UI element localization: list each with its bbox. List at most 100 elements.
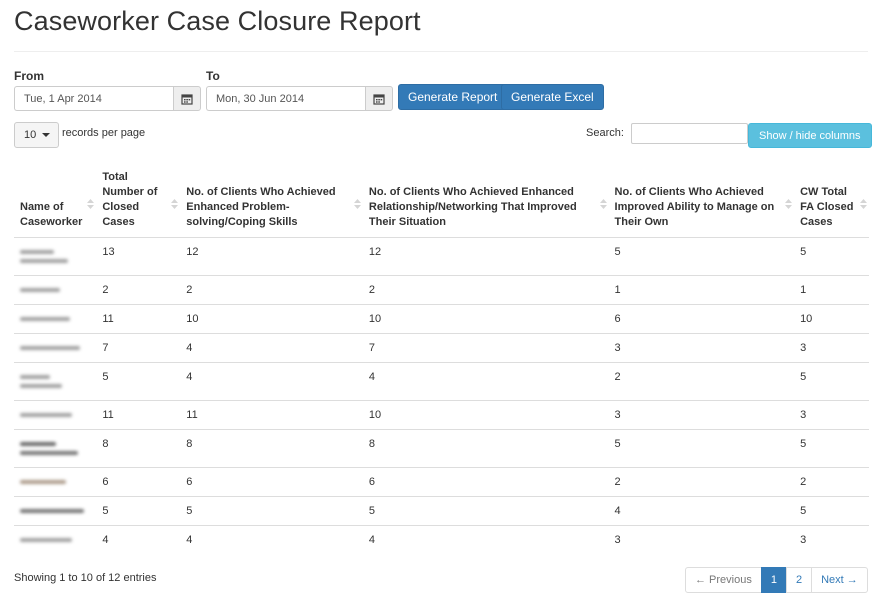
caseworker-name-redacted	[14, 275, 97, 305]
from-calendar-button[interactable]	[173, 86, 201, 111]
from-date-input[interactable]	[14, 86, 173, 111]
generate-excel-button[interactable]: Generate Excel	[501, 84, 604, 110]
caret-down-icon	[42, 133, 51, 137]
next-page-button[interactable]: Next →	[811, 567, 868, 593]
table-row: 11 10 10 6 10	[14, 304, 869, 334]
cell-manage-own: 3	[608, 525, 795, 554]
cell-total-closed: 7	[96, 333, 181, 363]
table-header-row: Name of Caseworker Total Number of Close…	[14, 166, 869, 238]
table-row: 5 5 5 4 5	[14, 496, 869, 526]
cell-manage-own: 6	[608, 304, 795, 334]
search-input[interactable]	[631, 123, 748, 144]
caseworker-name-redacted	[14, 429, 97, 468]
to-calendar-button[interactable]	[365, 86, 393, 111]
cell-manage-own: 5	[608, 429, 795, 468]
cell-cw-total-fa: 3	[794, 525, 869, 554]
table-row: 8 8 8 5 5	[14, 429, 869, 468]
cell-manage-own: 2	[608, 467, 795, 497]
sort-icon	[599, 198, 607, 209]
caseworker-name-redacted	[14, 467, 97, 497]
to-date-input[interactable]	[206, 86, 365, 111]
cell-cw-total-fa: 3	[794, 333, 869, 363]
sort-icon	[353, 198, 361, 209]
cell-cw-total-fa: 5	[794, 429, 869, 468]
column-header-problem-solving[interactable]: No. of Clients Who Achieved Enhanced Pro…	[180, 166, 363, 238]
cell-total-closed: 5	[96, 362, 181, 401]
column-header-manage-own[interactable]: No. of Clients Who Achieved Improved Abi…	[608, 166, 795, 238]
cell-total-closed: 8	[96, 429, 181, 468]
report-table: Name of Caseworker Total Number of Close…	[14, 166, 869, 554]
cell-cw-total-fa: 3	[794, 400, 869, 430]
caseworker-name-redacted	[14, 237, 97, 276]
search-label: Search:	[586, 127, 624, 139]
cell-relationship: 4	[362, 525, 609, 554]
title-divider	[14, 51, 868, 52]
to-date-group	[206, 86, 393, 111]
page-length-value: 10	[24, 129, 37, 141]
cell-total-closed: 4	[96, 525, 181, 554]
cell-total-closed: 11	[96, 400, 181, 430]
cell-total-closed: 11	[96, 304, 181, 334]
cell-manage-own: 5	[608, 237, 795, 276]
to-label: To	[206, 69, 220, 83]
cell-problem-solving: 12	[180, 237, 363, 276]
cell-total-closed: 2	[96, 275, 181, 305]
pagination: ← Previous 1 2 Next →	[685, 567, 868, 593]
cell-problem-solving: 5	[180, 496, 363, 526]
caseworker-name-redacted	[14, 400, 97, 430]
sort-icon	[171, 198, 179, 209]
page-2-button[interactable]: 2	[785, 567, 813, 593]
cell-relationship: 4	[362, 362, 609, 401]
cell-manage-own: 2	[608, 362, 795, 401]
cell-problem-solving: 6	[180, 467, 363, 497]
cell-cw-total-fa: 5	[794, 362, 869, 401]
cell-problem-solving: 11	[180, 400, 363, 430]
cell-relationship: 10	[362, 400, 609, 430]
cell-total-closed: 5	[96, 496, 181, 526]
cell-cw-total-fa: 1	[794, 275, 869, 305]
cell-manage-own: 3	[608, 333, 795, 363]
table-row: 6 6 6 2 2	[14, 467, 869, 497]
cell-relationship: 5	[362, 496, 609, 526]
cell-cw-total-fa: 10	[794, 304, 869, 334]
cell-relationship: 10	[362, 304, 609, 334]
sort-icon	[860, 198, 867, 209]
cell-problem-solving: 10	[180, 304, 363, 334]
show-hide-columns-button[interactable]: Show / hide columns	[748, 123, 872, 148]
cell-relationship: 7	[362, 333, 609, 363]
page-1-button[interactable]: 1	[760, 567, 787, 593]
cell-problem-solving: 8	[180, 429, 363, 468]
cell-relationship: 8	[362, 429, 609, 468]
table-row: 5 4 4 2 5	[14, 362, 869, 401]
cell-cw-total-fa: 5	[794, 237, 869, 276]
column-header-total-closed[interactable]: Total Number of Closed Cases	[96, 166, 181, 238]
sort-icon	[785, 198, 793, 209]
cell-problem-solving: 2	[180, 275, 363, 305]
column-header-name[interactable]: Name of Caseworker	[14, 166, 97, 238]
table-row: 4 4 4 3 3	[14, 525, 869, 554]
calendar-icon	[181, 93, 193, 105]
cell-cw-total-fa: 5	[794, 496, 869, 526]
cell-relationship: 12	[362, 237, 609, 276]
calendar-icon	[373, 93, 385, 105]
cell-relationship: 6	[362, 467, 609, 497]
column-header-cw-total-fa[interactable]: CW Total FA Closed Cases	[794, 166, 869, 238]
cell-relationship: 2	[362, 275, 609, 305]
from-label: From	[14, 69, 44, 83]
sort-icon	[87, 198, 95, 209]
cell-total-closed: 13	[96, 237, 181, 276]
caseworker-name-redacted	[14, 496, 97, 526]
caseworker-name-redacted	[14, 333, 97, 363]
cell-manage-own: 4	[608, 496, 795, 526]
table-info: Showing 1 to 10 of 12 entries	[14, 572, 157, 584]
cell-manage-own: 1	[608, 275, 795, 305]
previous-page-button[interactable]: ← Previous	[685, 567, 762, 593]
from-date-group	[14, 86, 201, 111]
generate-report-button[interactable]: Generate Report	[398, 84, 508, 110]
caseworker-name-redacted	[14, 525, 97, 554]
page-length-select[interactable]: 10	[14, 122, 59, 148]
cell-cw-total-fa: 2	[794, 467, 869, 497]
table-row: 7 4 7 3 3	[14, 333, 869, 363]
column-header-relationship[interactable]: No. of Clients Who Achieved Enhanced Rel…	[362, 166, 609, 238]
table-row: 11 11 10 3 3	[14, 400, 869, 430]
